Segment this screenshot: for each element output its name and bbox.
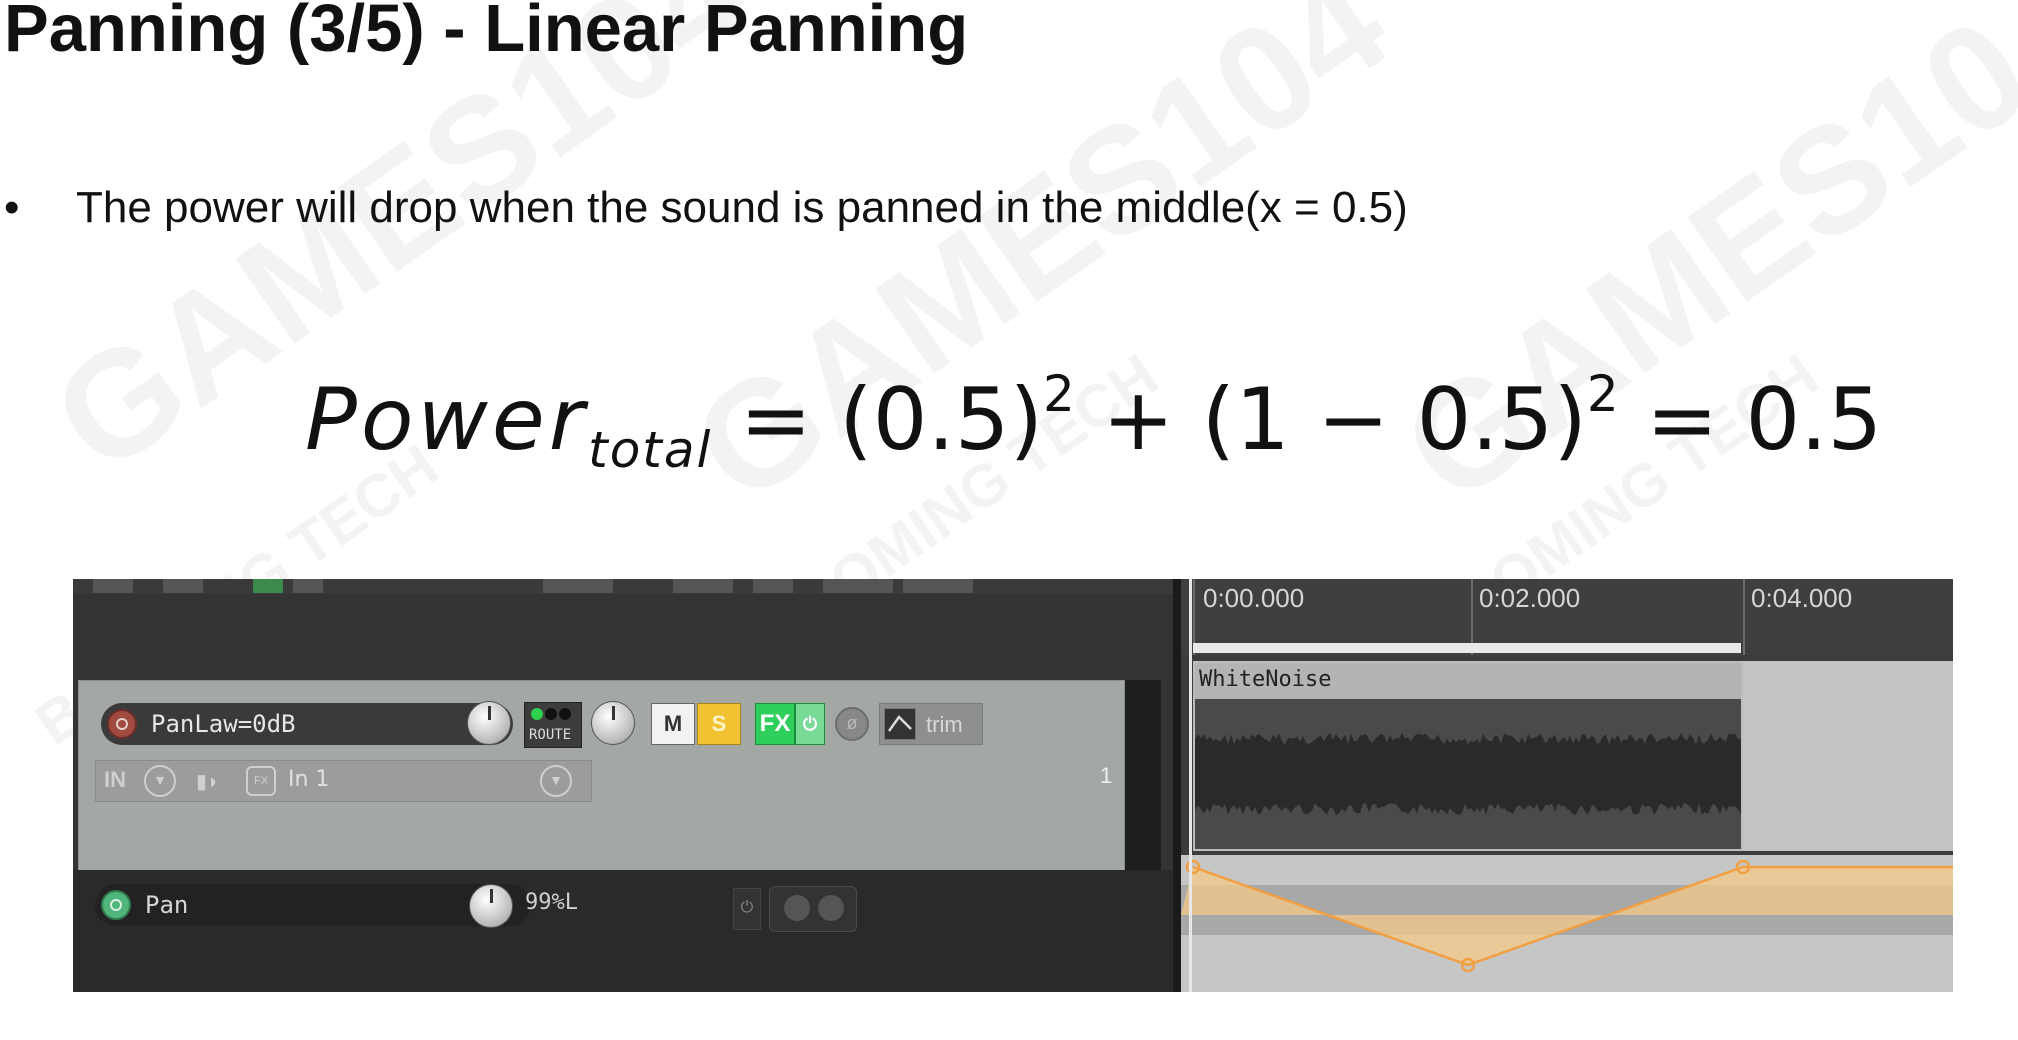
formula-part-2: + (1 − 0.5) <box>1074 370 1587 470</box>
mute-button[interactable]: M <box>651 703 695 745</box>
monitor-icon[interactable]: ▮◗ <box>196 769 224 793</box>
route-label: ROUTE <box>529 727 572 743</box>
input-fx-icon[interactable]: FX <box>246 766 276 796</box>
track-name-box[interactable]: PanLaw=0dB <box>101 703 513 745</box>
daw-screenshot: PanLaw=0dB ROUTE M S FX ⏻ ø trim IN ▼ ▮◗… <box>73 579 1953 992</box>
envelope-arm-button[interactable] <box>101 890 131 920</box>
play-cursor[interactable] <box>1189 579 1192 992</box>
waveform <box>1195 733 1741 815</box>
ruler-label: 0:00.000 <box>1203 583 1305 613</box>
bullet-text: The power will drop when the sound is pa… <box>76 183 1408 232</box>
formula-part-3: = 0.5 <box>1618 370 1883 470</box>
timeline-ruler[interactable]: 0:00.000 0:02.000 0:04.000 <box>1181 579 1953 655</box>
track-control-panel: PanLaw=0dB ROUTE M S FX ⏻ ø trim IN ▼ ▮◗… <box>73 594 1173 992</box>
toolbar-button[interactable] <box>903 579 973 593</box>
track-header[interactable]: PanLaw=0dB ROUTE M S FX ⏻ ø trim IN ▼ ▮◗… <box>78 680 1125 872</box>
envelope-mode-icon <box>784 895 810 921</box>
arrange-view: 0:00.000 0:02.000 0:04.000 WhiteNoise <box>1181 579 1953 992</box>
formula-exponent-1: 2 <box>1043 365 1075 423</box>
input-name[interactable]: In 1 <box>288 767 329 792</box>
formula-exponent-2: 2 <box>1586 365 1619 423</box>
chevron-down-icon[interactable]: ▼ <box>540 765 572 797</box>
envelope-name-box[interactable]: Pan <box>95 884 531 926</box>
input-label: IN <box>104 767 126 792</box>
panel-divider[interactable] <box>1173 579 1181 992</box>
empty-track-area[interactable] <box>1743 661 1953 851</box>
envelope-pan-knob[interactable] <box>469 884 513 928</box>
toolbar-button[interactable] <box>753 579 793 593</box>
envelope-bypass-button[interactable]: ⏻ <box>733 888 761 930</box>
media-item-header: WhiteNoise <box>1195 663 1741 699</box>
formula-subscript: total <box>588 421 713 479</box>
envelope-button[interactable]: trim <box>879 703 983 745</box>
chevron-down-icon <box>818 895 844 921</box>
fx-button[interactable]: FX <box>755 703 795 745</box>
bullet-point: • The power will drop when the sound is p… <box>4 183 1408 233</box>
ruler-label: 0:02.000 <box>1479 583 1581 613</box>
solo-button[interactable]: S <box>697 703 741 745</box>
envelope-mode-selector[interactable] <box>769 886 857 932</box>
track-name[interactable]: PanLaw=0dB <box>151 710 296 738</box>
toolbar-button[interactable] <box>93 579 133 593</box>
track-number: 1 <box>1100 763 1113 788</box>
envelope-area[interactable] <box>1181 855 1953 992</box>
bullet-marker: • <box>4 183 20 232</box>
route-meter-icon <box>531 707 575 721</box>
envelope-icon <box>884 708 916 740</box>
toolbar-button[interactable] <box>823 579 893 593</box>
toolbar-button[interactable] <box>253 579 283 593</box>
route-button[interactable]: ROUTE <box>524 702 582 748</box>
toolbar-strip <box>73 579 1173 594</box>
envelope-pan-value: 99%L <box>525 890 578 915</box>
record-arm-button[interactable] <box>107 709 137 739</box>
toolbar-button[interactable] <box>673 579 733 593</box>
ruler-label: 0:04.000 <box>1751 583 1853 613</box>
formula-lhs: Power <box>305 370 589 470</box>
toolbar-button[interactable] <box>163 579 203 593</box>
fx-bypass-button[interactable]: ⏻ <box>795 703 825 745</box>
formula-part-1: = (0.5) <box>712 370 1044 470</box>
chevron-down-icon[interactable]: ▼ <box>144 765 176 797</box>
media-item[interactable]: WhiteNoise <box>1193 661 1743 851</box>
ruler-tick <box>1743 579 1745 655</box>
time-selection-bar[interactable] <box>1193 643 1741 653</box>
envelope-lane-header: Pan 99%L ⏻ <box>73 870 1173 992</box>
pan-knob[interactable] <box>591 701 635 745</box>
toolbar-button[interactable] <box>543 579 613 593</box>
power-formula: Powertotal = (0.5)2 + (1 − 0.5)2 = 0.5 <box>305 365 1882 479</box>
toolbar-button[interactable] <box>293 579 323 593</box>
slide-title: Panning (3/5) - Linear Panning <box>4 0 969 66</box>
volume-knob[interactable] <box>467 701 511 745</box>
phase-invert-button[interactable]: ø <box>835 707 869 741</box>
pan-envelope[interactable] <box>1181 855 1953 992</box>
media-item-name: WhiteNoise <box>1199 667 1332 692</box>
envelope-name: Pan <box>145 891 189 919</box>
track-scrollbar[interactable] <box>1125 680 1161 870</box>
input-row: IN ▼ ▮◗ FX In 1 ▼ <box>95 760 592 802</box>
envelope-mode-label: trim <box>926 712 963 737</box>
